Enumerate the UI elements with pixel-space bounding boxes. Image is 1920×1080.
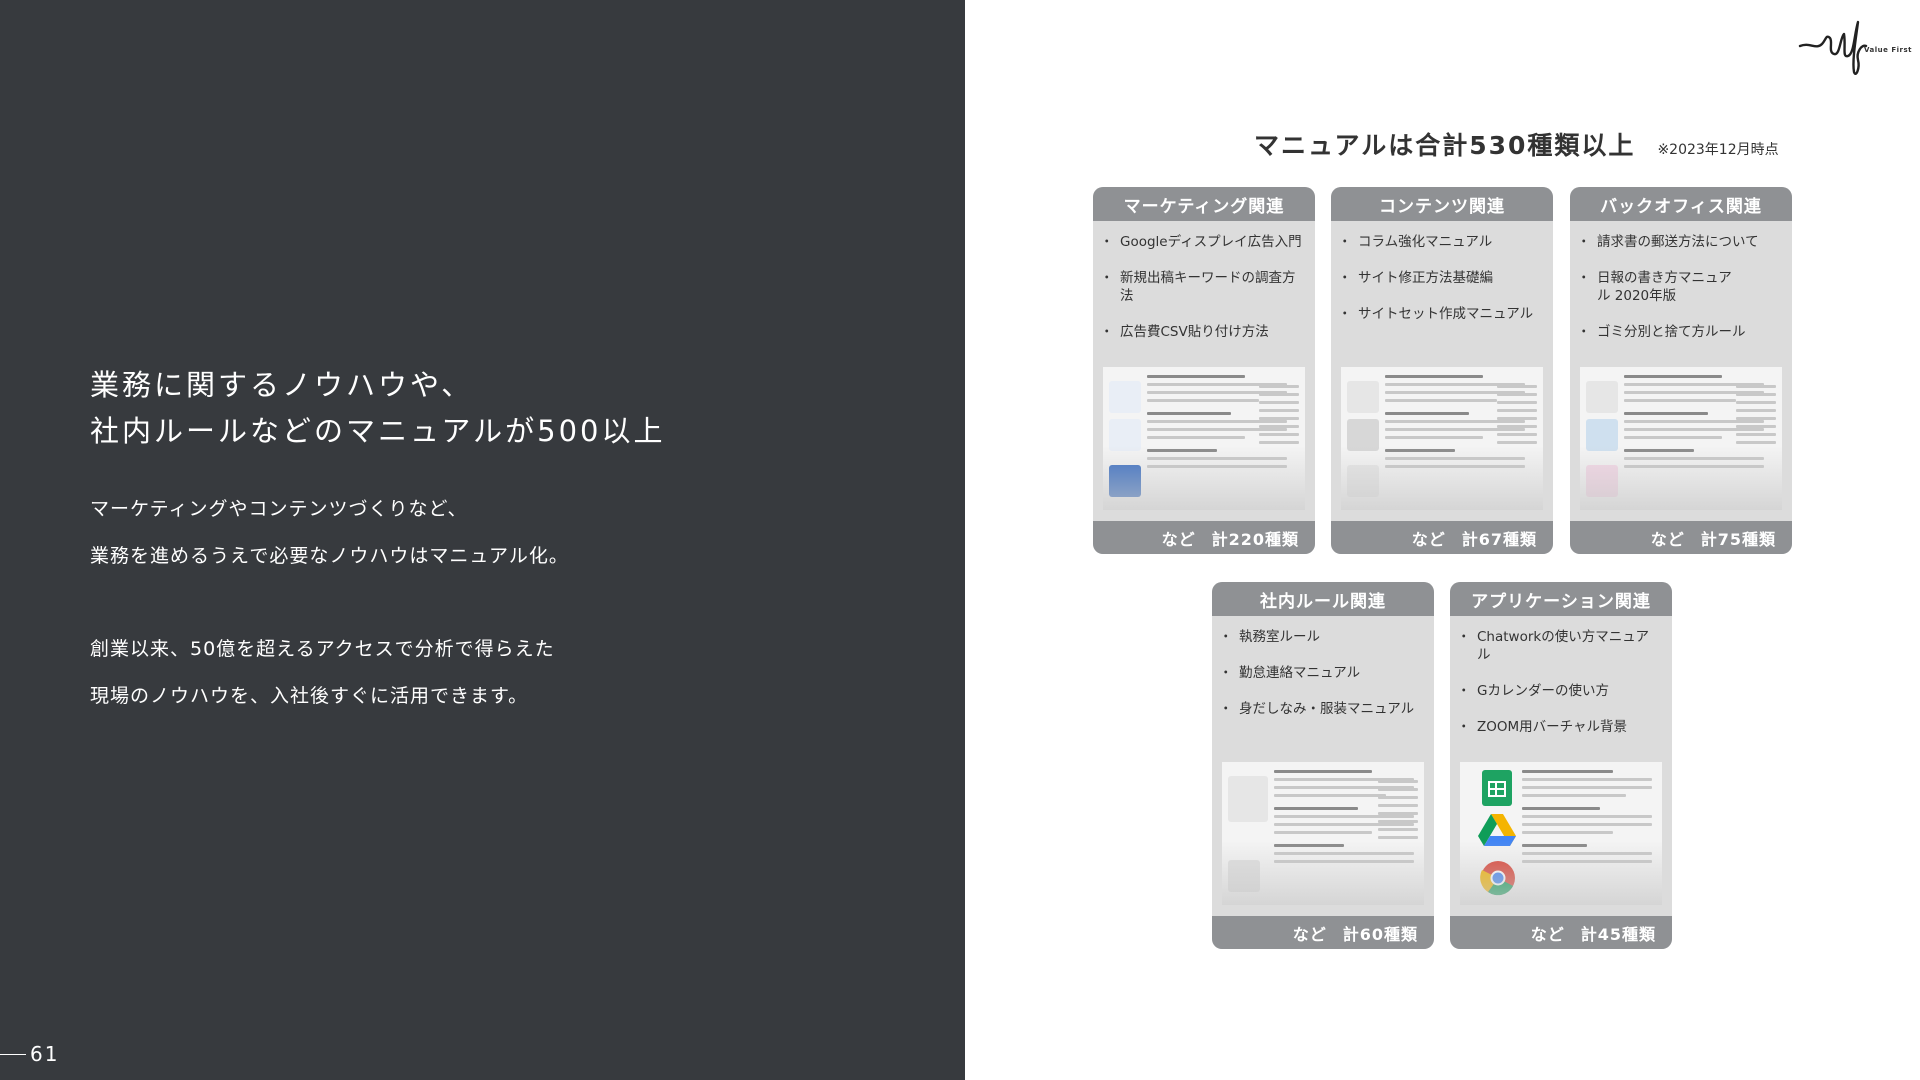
card-item-list: Chatworkの使い方マニュアル Gカレンダーの使い方 ZOOM用バーチャル背… bbox=[1450, 616, 1672, 736]
page-number: 61 bbox=[0, 1042, 59, 1066]
card-footer: など 計60種類 bbox=[1212, 916, 1434, 949]
manual-card-applications: アプリケーション関連 Chatworkの使い方マニュアル Gカレンダーの使い方 … bbox=[1450, 582, 1672, 949]
card-footer: など 計220種類 bbox=[1093, 521, 1315, 554]
logo-text: Value First bbox=[1864, 46, 1912, 54]
summary-note: ※2023年12月時点 bbox=[1657, 142, 1779, 158]
card-footer-total: 計75種類 bbox=[1700, 529, 1776, 549]
card-header: コンテンツ関連 bbox=[1331, 187, 1553, 221]
summary-title-text: マニュアルは合計530種類以上 bbox=[1254, 131, 1636, 160]
body2-line-1: 創業以来、50億を超えるアクセスで分析で得らえた bbox=[90, 638, 555, 660]
manual-card-company-rules: 社内ルール関連 執務室ルール 勤怠連絡マニュアル 身だしなみ・服装マニュアル な… bbox=[1212, 582, 1434, 949]
list-item: コラム強化マニュアル bbox=[1338, 233, 1543, 251]
card-footer: など 計45種類 bbox=[1450, 916, 1672, 949]
card-item-list: 請求書の郵送方法について 日報の書き方マニュアル 2020年版 ゴミ分別と捨て方… bbox=[1570, 221, 1792, 341]
page-number-text: 61 bbox=[30, 1042, 60, 1066]
list-item: 身だしなみ・服装マニュアル bbox=[1219, 700, 1424, 718]
card-item-list: コラム強化マニュアル サイト修正方法基礎編 サイトセット作成マニュアル bbox=[1331, 221, 1553, 323]
list-item: Chatworkの使い方マニュアル bbox=[1457, 628, 1662, 664]
left-panel: 業務に関するノウハウや、 社内ルールなどのマニュアルが500以上 マーケティング… bbox=[0, 0, 965, 1080]
card-header: バックオフィス関連 bbox=[1570, 187, 1792, 221]
card-header: マーケティング関連 bbox=[1093, 187, 1315, 221]
card-header: アプリケーション関連 bbox=[1450, 582, 1672, 616]
card-footer-suffix: など bbox=[1292, 924, 1327, 944]
card-item-list: Googleディスプレイ広告入門 新規出稿キーワードの調査方法 広告費CSV貼り… bbox=[1093, 221, 1315, 341]
body-paragraph-1: マーケティングやコンテンツづくりなど、 業務を進めるうえで必要なノウハウはマニュ… bbox=[90, 486, 569, 580]
manual-screenshot-thumbnail bbox=[1580, 367, 1782, 510]
card-footer-suffix: など bbox=[1530, 924, 1565, 944]
list-item: 日報の書き方マニュアル 2020年版 bbox=[1577, 269, 1742, 305]
list-item: ZOOM用バーチャル背景 bbox=[1457, 718, 1662, 736]
body2-line-2: 現場のノウハウを、入社後すぐに活用できます。 bbox=[90, 685, 529, 707]
list-item: 広告費CSV貼り付け方法 bbox=[1100, 323, 1305, 341]
card-footer-total: 計60種類 bbox=[1342, 924, 1418, 944]
card-footer: など 計75種類 bbox=[1570, 521, 1792, 554]
card-footer-suffix: など bbox=[1650, 529, 1685, 549]
manual-screenshot-thumbnail bbox=[1222, 762, 1424, 905]
list-item: 新規出稿キーワードの調査方法 bbox=[1100, 269, 1305, 305]
manual-card-marketing: マーケティング関連 Googleディスプレイ広告入門 新規出稿キーワードの調査方… bbox=[1093, 187, 1315, 554]
card-footer-suffix: など bbox=[1411, 529, 1446, 549]
list-item: ゴミ分別と捨て方ルール bbox=[1577, 323, 1782, 341]
body1-line-2: 業務を進めるうえで必要なノウハウはマニュアル化。 bbox=[90, 545, 569, 567]
card-footer-total: 計67種類 bbox=[1461, 529, 1537, 549]
manual-card-back-office: バックオフィス関連 請求書の郵送方法について 日報の書き方マニュアル 2020年… bbox=[1570, 187, 1792, 554]
list-item: Googleディスプレイ広告入門 bbox=[1100, 233, 1305, 251]
card-header: 社内ルール関連 bbox=[1212, 582, 1434, 616]
page-number-dash bbox=[0, 1053, 26, 1055]
list-item: 執務室ルール bbox=[1219, 628, 1424, 646]
manual-screenshot-thumbnail bbox=[1103, 367, 1305, 510]
card-item-list: 執務室ルール 勤怠連絡マニュアル 身だしなみ・服装マニュアル bbox=[1212, 616, 1434, 718]
list-item: サイトセット作成マニュアル bbox=[1338, 305, 1543, 323]
card-footer: など 計67種類 bbox=[1331, 521, 1553, 554]
card-footer-suffix: など bbox=[1161, 529, 1196, 549]
headline: 業務に関するノウハウや、 社内ルールなどのマニュアルが500以上 bbox=[90, 362, 665, 454]
manual-screenshot-thumbnail bbox=[1460, 762, 1662, 905]
body-paragraph-2: 創業以来、50億を超えるアクセスで分析で得らえた 現場のノウハウを、入社後すぐに… bbox=[90, 626, 555, 720]
card-footer-total: 計45種類 bbox=[1580, 924, 1656, 944]
headline-line-1: 業務に関するノウハウや、 bbox=[90, 368, 474, 402]
manual-screenshot-thumbnail bbox=[1341, 367, 1543, 510]
card-footer-total: 計220種類 bbox=[1211, 529, 1299, 549]
list-item: 勤怠連絡マニュアル bbox=[1219, 664, 1424, 682]
headline-line-2: 社内ルールなどのマニュアルが500以上 bbox=[90, 414, 666, 448]
list-item: Gカレンダーの使い方 bbox=[1457, 682, 1662, 700]
list-item: サイト修正方法基礎編 bbox=[1338, 269, 1543, 287]
list-item: 請求書の郵送方法について bbox=[1577, 233, 1782, 251]
body1-line-1: マーケティングやコンテンツづくりなど、 bbox=[90, 498, 468, 520]
summary-title: マニュアルは合計530種類以上 ※2023年12月時点 bbox=[1254, 126, 1779, 162]
manual-card-contents: コンテンツ関連 コラム強化マニュアル サイト修正方法基礎編 サイトセット作成マニ… bbox=[1331, 187, 1553, 554]
